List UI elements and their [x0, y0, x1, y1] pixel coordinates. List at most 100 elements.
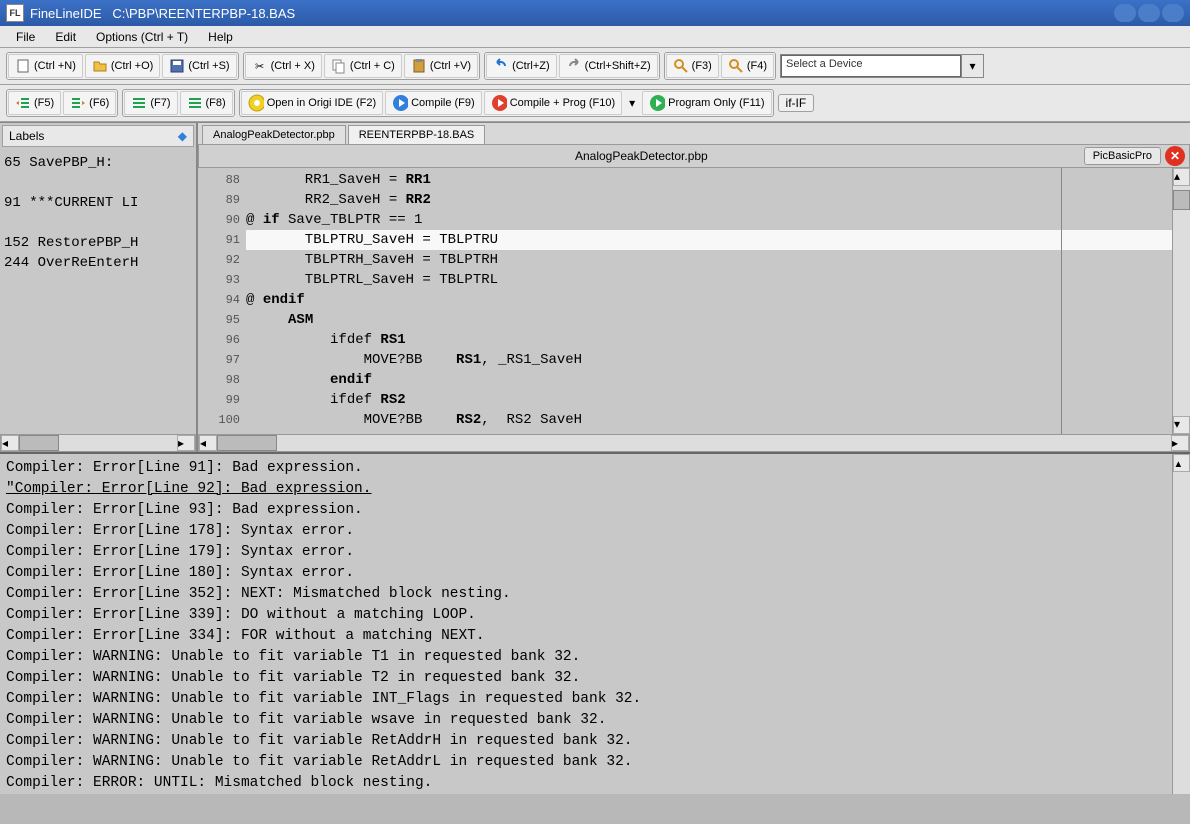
- f8-button[interactable]: (F8): [180, 91, 233, 115]
- f6-button[interactable]: (F6): [63, 91, 116, 115]
- paste-button[interactable]: (Ctrl +V): [404, 54, 478, 78]
- code-line[interactable]: RR1_SaveH = RR1: [246, 170, 1172, 190]
- output-line[interactable]: Compiler: WARNING: Unable to fit variabl…: [6, 710, 1184, 731]
- menu-edit[interactable]: Edit: [45, 28, 86, 46]
- f7-button[interactable]: (F7): [124, 91, 177, 115]
- menu-help[interactable]: Help: [198, 28, 243, 46]
- menu-file[interactable]: File: [6, 28, 45, 46]
- scroll-up-icon[interactable]: ▴: [1173, 454, 1190, 472]
- if-label: if-IF: [780, 96, 813, 110]
- label-item[interactable]: [4, 173, 192, 193]
- vscroll-thumb[interactable]: [1173, 190, 1190, 210]
- compile-button[interactable]: Compile (F9): [385, 91, 482, 115]
- label-item[interactable]: [4, 213, 192, 233]
- scroll-left-icon[interactable]: ◂: [1, 435, 19, 451]
- new-button[interactable]: (Ctrl +N): [8, 54, 83, 78]
- main-area: Labels ◆ 65 SavePBP_H: 91 ***CURRENT LI …: [0, 122, 1190, 452]
- output-line[interactable]: Compiler: Error[Line 180]: Syntax error.: [6, 563, 1184, 584]
- clipboard-icon: [411, 58, 427, 74]
- format-icon: [131, 95, 147, 111]
- outdent-icon: [15, 95, 31, 111]
- device-selector[interactable]: Select a Device ▾: [780, 54, 984, 78]
- scroll-right-icon[interactable]: ▸: [177, 435, 195, 451]
- scroll-left-icon[interactable]: ◂: [199, 435, 217, 451]
- code-line[interactable]: ASM: [246, 310, 1172, 330]
- editor-header: AnalogPeakDetector.pbp PicBasicPro ✕: [198, 144, 1190, 168]
- output-panel[interactable]: Compiler: Error[Line 91]: Bad expression…: [0, 452, 1190, 794]
- code-line[interactable]: RR2_SaveH = RR2: [246, 190, 1172, 210]
- output-line[interactable]: Compiler: Error[Line 334]: FOR without a…: [6, 626, 1184, 647]
- labels-list[interactable]: 65 SavePBP_H: 91 ***CURRENT LI 152 Resto…: [0, 149, 196, 434]
- save-icon: [169, 58, 185, 74]
- output-line[interactable]: "Compiler: Error[Line 92]: Bad expressio…: [6, 479, 1184, 500]
- output-line[interactable]: Compiler: WARNING: Unable to fit variabl…: [6, 731, 1184, 752]
- redo-icon: [566, 58, 582, 74]
- scroll-up-icon[interactable]: ▴: [1173, 168, 1190, 186]
- label-item[interactable]: 244 OverReEnterH: [4, 253, 192, 273]
- output-line[interactable]: Compiler: Error[Line 178]: Syntax error.: [6, 521, 1184, 542]
- play-blue-icon: [392, 95, 408, 111]
- code-line[interactable]: ifdef RS1: [246, 330, 1172, 350]
- code-line[interactable]: MOVE?BB RS2, RS2 SaveH: [246, 410, 1172, 430]
- label-item[interactable]: 152 RestorePBP_H: [4, 233, 192, 253]
- minimize-button[interactable]: [1114, 4, 1136, 22]
- code-line[interactable]: TBLPTRH_SaveH = TBLPTRH: [246, 250, 1172, 270]
- f5-button[interactable]: (F5): [8, 91, 61, 115]
- open-button[interactable]: (Ctrl +O): [85, 54, 160, 78]
- code-line[interactable]: ifdef RS2: [246, 390, 1172, 410]
- compile-prog-button[interactable]: Compile + Prog (F10): [484, 91, 622, 115]
- close-tab-button[interactable]: ✕: [1165, 146, 1185, 166]
- labels-header[interactable]: Labels ◆: [2, 125, 194, 147]
- output-line[interactable]: Compiler: WARNING: Unable to fit variabl…: [6, 647, 1184, 668]
- sidebar-hscroll[interactable]: ◂ ▸: [0, 434, 196, 452]
- output-line[interactable]: Compiler: Error[Line 352]: NEXT: Mismatc…: [6, 584, 1184, 605]
- menu-options[interactable]: Options (Ctrl + T): [86, 28, 198, 46]
- tab-reenter[interactable]: REENTERPBP-18.BAS: [348, 125, 486, 144]
- copy-button[interactable]: (Ctrl + C): [324, 54, 402, 78]
- ide-icon: [248, 95, 264, 111]
- language-badge: PicBasicPro: [1084, 147, 1161, 165]
- output-line[interactable]: Compiler: WARNING: Unable to fit variabl…: [6, 668, 1184, 689]
- code-line[interactable]: @ endif: [246, 290, 1172, 310]
- output-line[interactable]: Compiler: Error[Line 93]: Bad expression…: [6, 500, 1184, 521]
- code-line[interactable]: @ if Save_TBLPTR == 1: [246, 210, 1172, 230]
- editor-area: AnalogPeakDetector.pbp REENTERPBP-18.BAS…: [198, 123, 1190, 452]
- code-line[interactable]: MOVE?BB RS1, _RS1_SaveH: [246, 350, 1172, 370]
- open-ide-button[interactable]: Open in Origi IDE (F2): [241, 91, 383, 115]
- label-item[interactable]: 65 SavePBP_H:: [4, 153, 192, 173]
- output-line[interactable]: Compiler: WARNING: Unable to fit variabl…: [6, 752, 1184, 773]
- scroll-thumb[interactable]: [19, 435, 59, 451]
- new-file-icon: [15, 58, 31, 74]
- cut-button[interactable]: ✂(Ctrl + X): [245, 54, 322, 78]
- output-line[interactable]: Compiler: Error[Line 179]: Syntax error.: [6, 542, 1184, 563]
- scroll-down-icon[interactable]: ▾: [1173, 416, 1190, 434]
- output-line[interactable]: Compiler: WARNING: Unable to fit variabl…: [6, 689, 1184, 710]
- editor-hscroll[interactable]: ◂ ▸: [198, 434, 1190, 452]
- scroll-right-icon[interactable]: ▸: [1171, 435, 1189, 451]
- output-line[interactable]: Compiler: Error[Line 339]: DO without a …: [6, 605, 1184, 626]
- output-vscroll[interactable]: ▴: [1172, 454, 1190, 794]
- program-only-button[interactable]: Program Only (F11): [642, 91, 771, 115]
- save-button[interactable]: (Ctrl +S): [162, 54, 236, 78]
- code-line[interactable]: TBLPTRU_SaveH = TBLPTRU: [246, 230, 1172, 250]
- close-window-button[interactable]: [1162, 4, 1184, 22]
- maximize-button[interactable]: [1138, 4, 1160, 22]
- code-content[interactable]: RR1_SaveH = RR1 RR2_SaveH = RR2@ if Save…: [246, 168, 1172, 434]
- folder-open-icon: [92, 58, 108, 74]
- code-line[interactable]: endif: [246, 370, 1172, 390]
- tab-analog[interactable]: AnalogPeakDetector.pbp: [202, 125, 346, 144]
- code-line[interactable]: TBLPTRL_SaveH = TBLPTRL: [246, 270, 1172, 290]
- dropdown-arrow-icon[interactable]: ▾: [624, 95, 640, 111]
- chevron-down-icon[interactable]: ▾: [961, 55, 983, 77]
- find-button[interactable]: (F3): [666, 54, 719, 78]
- output-line[interactable]: Compiler: ERROR: UNTIL: Mismatched block…: [6, 773, 1184, 794]
- editor-vscroll[interactable]: ▴ ▾: [1172, 168, 1190, 434]
- output-line[interactable]: Compiler: Error[Line 91]: Bad expression…: [6, 458, 1184, 479]
- code-editor[interactable]: 888990919293949596979899100 RR1_SaveH = …: [198, 168, 1190, 434]
- label-item[interactable]: 91 ***CURRENT LI: [4, 193, 192, 213]
- undo-button[interactable]: (Ctrl+Z): [486, 54, 557, 78]
- hscroll-thumb[interactable]: [217, 435, 277, 451]
- find-next-button[interactable]: (F4): [721, 54, 774, 78]
- device-select-input[interactable]: Select a Device: [781, 55, 961, 77]
- redo-button[interactable]: (Ctrl+Shift+Z): [559, 54, 658, 78]
